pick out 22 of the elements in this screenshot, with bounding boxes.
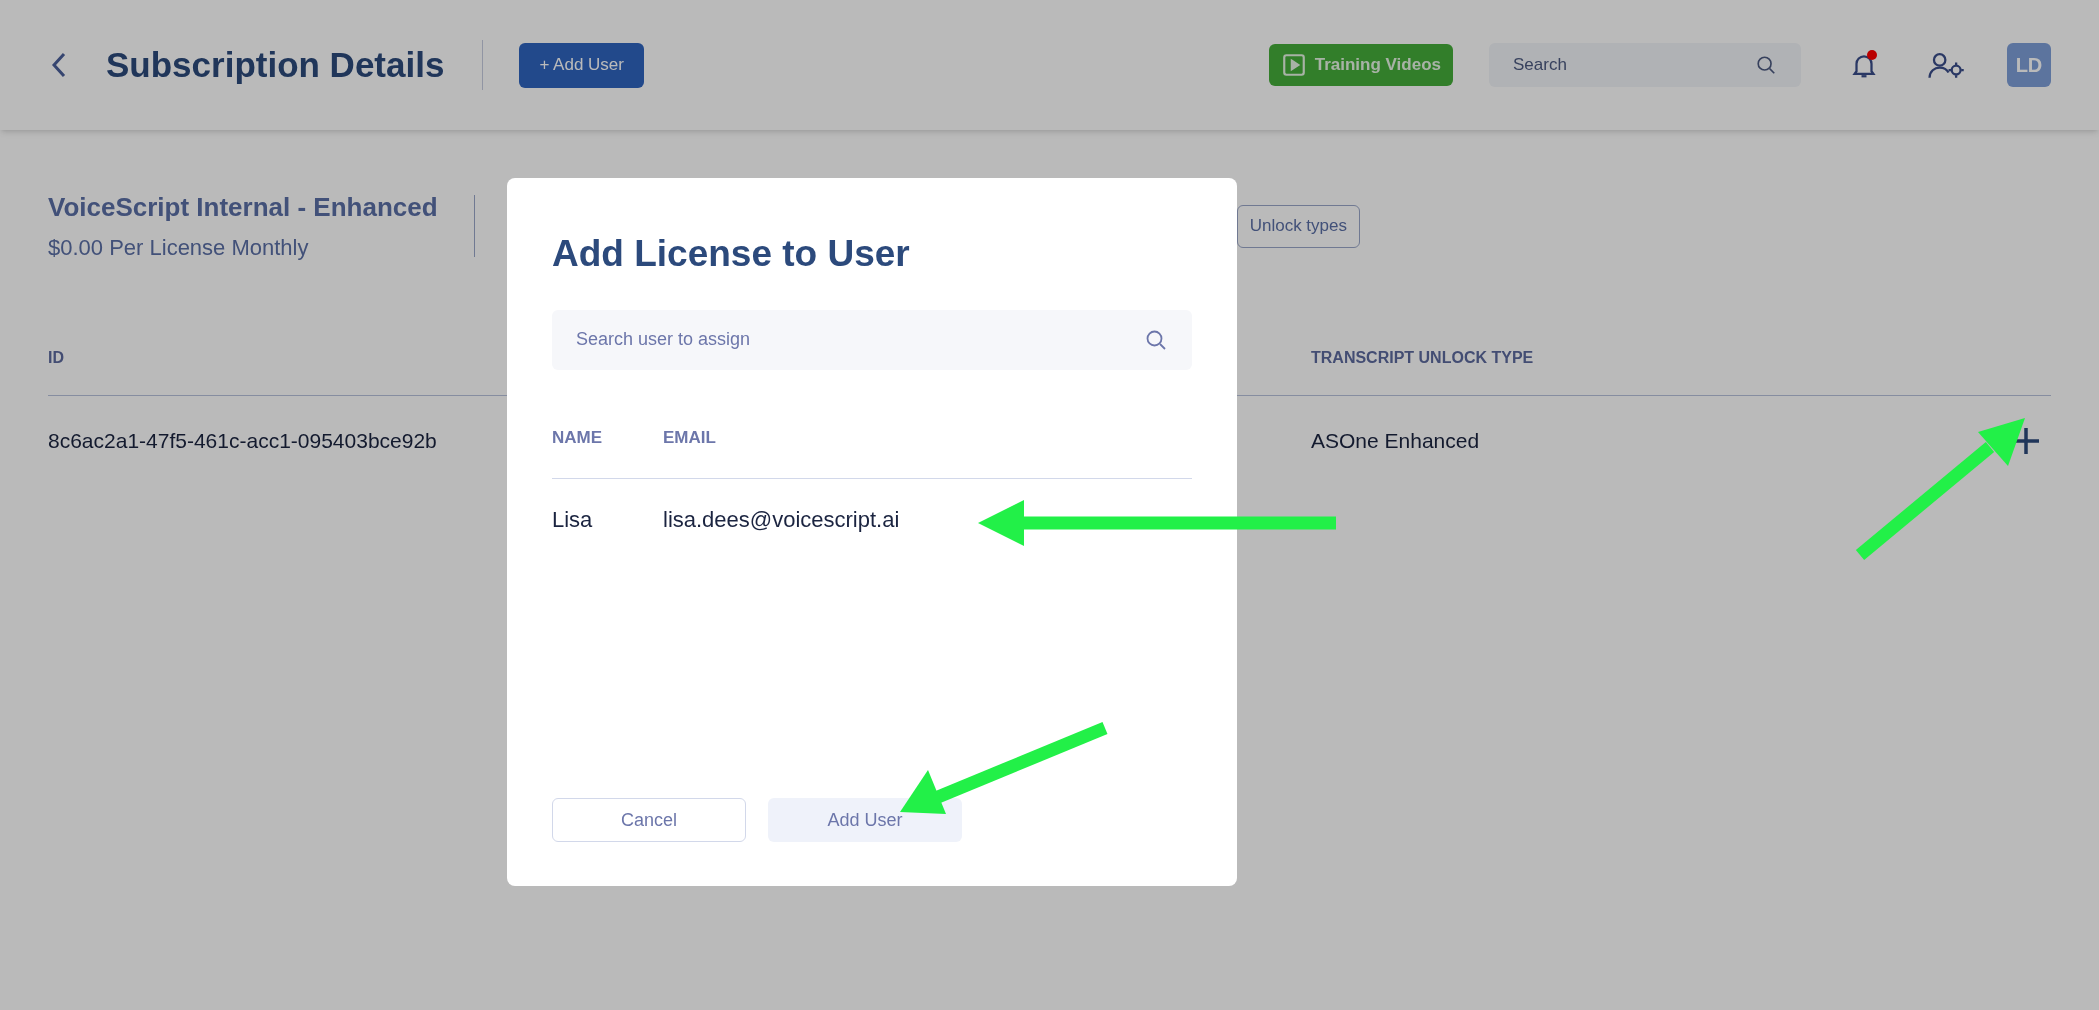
add-user-button[interactable]: Add User — [768, 798, 962, 842]
search-field[interactable]: Search — [1489, 43, 1801, 87]
cancel-button[interactable]: Cancel — [552, 798, 746, 842]
user-name[interactable]: Lisa — [552, 503, 663, 536]
plan-name: VoiceScript Internal - Enhanced — [48, 191, 438, 224]
add-user-button[interactable]: + Add User — [519, 42, 644, 88]
plan-price: $0.00 Per License Monthly — [48, 234, 310, 262]
column-header: ID — [48, 347, 65, 368]
page-title: Subscription Details — [106, 43, 445, 86]
unlock-types-button[interactable]: Unlock types — [1236, 204, 1360, 248]
user-avatar[interactable]: LD — [2007, 43, 2051, 87]
training-videos-button[interactable]: Training Videos — [1268, 44, 1453, 86]
column-header: TRANSCRIPT UNLOCK TYPE — [1311, 347, 1535, 368]
user-email[interactable]: lisa.dees@voicescript.ai — [663, 503, 1192, 536]
search-icon — [1755, 54, 1777, 76]
modal-title: Add License to User — [552, 232, 911, 276]
column-header: NAME — [552, 426, 604, 449]
user-search-field[interactable]: Search user to assign — [552, 309, 1192, 370]
column-header: EMAIL — [663, 426, 717, 449]
play-icon — [1280, 52, 1307, 78]
table-cell: ASOne Enhanced — [1311, 429, 1480, 453]
table-cell: 8c6ac2a1-47f5-461c-acc1-095403bce92b — [48, 429, 437, 453]
